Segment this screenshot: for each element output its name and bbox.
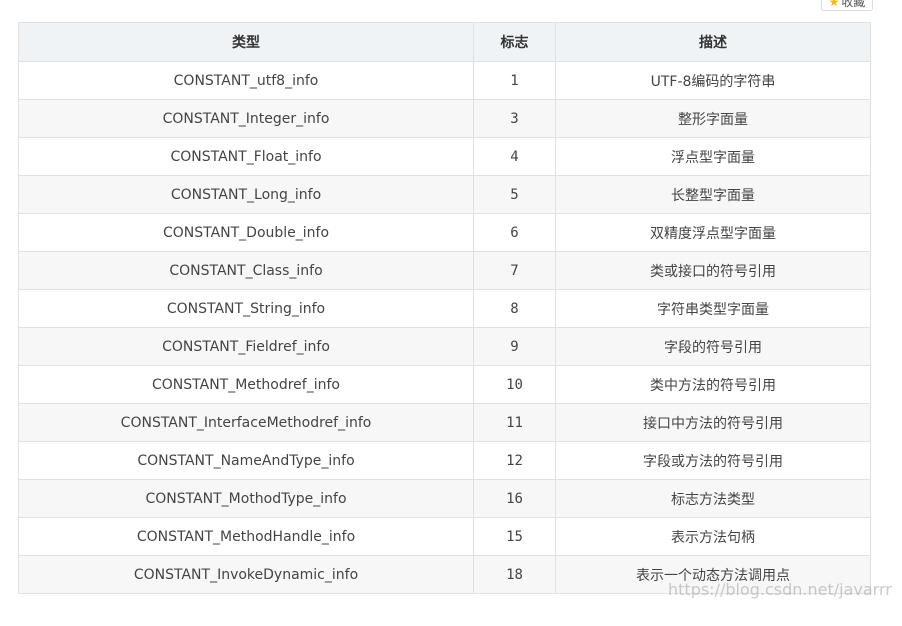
table-row: CONSTANT_Methodref_info 10 类中方法的符号引用 [18, 365, 871, 404]
constant-pool-table: 类型 标志 描述 CONSTANT_utf8_info 1 UTF-8编码的字符串 C… [18, 22, 871, 594]
cell-description: 整形字面量 [555, 99, 871, 138]
cell-tag: 7 [473, 251, 556, 290]
table-row: CONSTANT_Fieldref_info 9 字段的符号引用 [18, 327, 871, 366]
cell-description: 接口中方法的符号引用 [555, 403, 871, 442]
cell-tag: 12 [473, 441, 556, 480]
header-type: 类型 [18, 22, 474, 62]
cell-description: 标志方法类型 [555, 479, 871, 518]
cell-type: CONSTANT_InvokeDynamic_info [18, 555, 474, 594]
cell-description: 类或接口的符号引用 [555, 251, 871, 290]
cell-type: CONSTANT_Float_info [18, 137, 474, 176]
cell-type: CONSTANT_NameAndType_info [18, 441, 474, 480]
cell-description: 表示方法句柄 [555, 517, 871, 556]
table-header-row: 类型 标志 描述 [18, 22, 871, 62]
table-row: CONSTANT_String_info 8 字符串类型字面量 [18, 289, 871, 328]
table-row: CONSTANT_utf8_info 1 UTF-8编码的字符串 [18, 61, 871, 100]
table-row: CONSTANT_Float_info 4 浮点型字面量 [18, 137, 871, 176]
cell-description: 双精度浮点型字面量 [555, 213, 871, 252]
cell-tag: 3 [473, 99, 556, 138]
cell-description: 表示一个动态方法调用点 [555, 555, 871, 594]
table-row: CONSTANT_Long_info 5 长整型字面量 [18, 175, 871, 214]
cell-type: CONSTANT_Fieldref_info [18, 327, 474, 366]
cell-type: CONSTANT_Methodref_info [18, 365, 474, 404]
table-row: CONSTANT_NameAndType_info 12 字段或方法的符号引用 [18, 441, 871, 480]
cell-tag: 5 [473, 175, 556, 214]
table-row: CONSTANT_MothodType_info 16 标志方法类型 [18, 479, 871, 518]
header-tag: 标志 [473, 22, 556, 62]
table-row: CONSTANT_MethodHandle_info 15 表示方法句柄 [18, 517, 871, 556]
cell-type: CONSTANT_Long_info [18, 175, 474, 214]
cell-type: CONSTANT_String_info [18, 289, 474, 328]
header-description: 描述 [555, 22, 871, 62]
cell-tag: 1 [473, 61, 556, 100]
cell-type: CONSTANT_MethodHandle_info [18, 517, 474, 556]
cell-description: 长整型字面量 [555, 175, 871, 214]
cell-tag: 11 [473, 403, 556, 442]
table-row: CONSTANT_Double_info 6 双精度浮点型字面量 [18, 213, 871, 252]
cell-tag: 16 [473, 479, 556, 518]
cell-type: CONSTANT_Double_info [18, 213, 474, 252]
cell-tag: 4 [473, 137, 556, 176]
cell-description: 字段或方法的符号引用 [555, 441, 871, 480]
table-row: CONSTANT_Class_info 7 类或接口的符号引用 [18, 251, 871, 290]
star-icon: ★ [828, 0, 840, 9]
cell-tag: 18 [473, 555, 556, 594]
cell-tag: 6 [473, 213, 556, 252]
cell-tag: 10 [473, 365, 556, 404]
cell-description: UTF-8编码的字符串 [555, 61, 871, 100]
table-row: CONSTANT_Integer_info 3 整形字面量 [18, 99, 871, 138]
cell-type: CONSTANT_Integer_info [18, 99, 474, 138]
cell-type: CONSTANT_Class_info [18, 251, 474, 290]
table-row: CONSTANT_InvokeDynamic_info 18 表示一个动态方法调用点 [18, 555, 871, 594]
favorite-button[interactable]: ★ 收藏 [821, 0, 873, 11]
cell-tag: 8 [473, 289, 556, 328]
cell-description: 字段的符号引用 [555, 327, 871, 366]
table-row: CONSTANT_InterfaceMethodref_info 11 接口中方法的… [18, 403, 871, 442]
cell-type: CONSTANT_utf8_info [18, 61, 474, 100]
cell-description: 浮点型字面量 [555, 137, 871, 176]
cell-description: 类中方法的符号引用 [555, 365, 871, 404]
favorite-label: 收藏 [841, 0, 866, 9]
cell-type: CONSTANT_InterfaceMethodref_info [18, 403, 474, 442]
cell-tag: 15 [473, 517, 556, 556]
cell-description: 字符串类型字面量 [555, 289, 871, 328]
cell-tag: 9 [473, 327, 556, 366]
cell-type: CONSTANT_MothodType_info [18, 479, 474, 518]
